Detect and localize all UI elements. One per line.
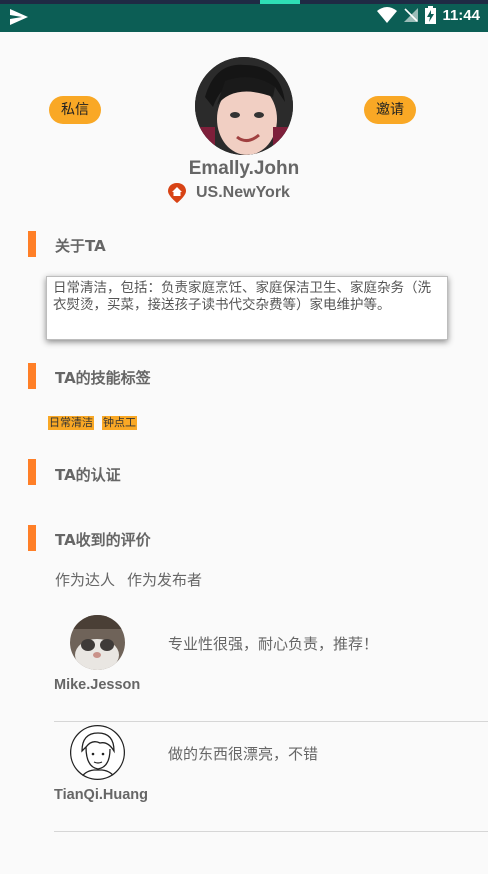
battery-charging-icon bbox=[425, 6, 437, 24]
skill-tag: 钟点工 bbox=[102, 416, 137, 430]
section-marker-skills bbox=[28, 363, 36, 389]
profile-avatar[interactable] bbox=[195, 57, 293, 155]
location-text: US.NewYork bbox=[196, 184, 290, 201]
status-bar-top-line bbox=[0, 0, 488, 4]
status-icons: 11:44 bbox=[377, 6, 480, 24]
review-text: 专业性很强，耐心负责，推荐！ bbox=[168, 635, 379, 653]
about-text: 日常清洁，包括：负责家庭烹饪、家庭保洁卫生、家庭杂务（洗衣熨烫，买菜，接送孩子读… bbox=[46, 276, 448, 340]
section-title-certification: TA的认证 bbox=[55, 466, 121, 484]
section-title-skills: TA的技能标签 bbox=[55, 369, 151, 387]
review-text: 做的东西很漂亮，不错 bbox=[168, 745, 319, 763]
wifi-icon bbox=[377, 7, 398, 23]
review-tabs: 作为达人 作为发布者 bbox=[55, 569, 202, 590]
status-time: 11:44 bbox=[442, 6, 480, 24]
no-signal-icon bbox=[404, 8, 419, 22]
profile-name: Emally.John bbox=[188, 158, 300, 179]
section-marker-about bbox=[28, 231, 36, 257]
reviewer-avatar[interactable] bbox=[70, 615, 125, 670]
location-icon bbox=[168, 183, 186, 203]
profile-avatar-image bbox=[195, 57, 293, 155]
section-title-about: 关于TA bbox=[55, 237, 106, 255]
reviewer-avatar-image bbox=[70, 725, 125, 780]
status-bar-accent bbox=[260, 0, 300, 4]
reviewer-avatar[interactable] bbox=[70, 725, 125, 780]
review-item: TianQi.Huang 做的东西很漂亮，不错 bbox=[54, 721, 488, 832]
reviewer-avatar-image bbox=[70, 615, 125, 670]
section-title-reviews: TA收到的评价 bbox=[55, 531, 151, 549]
skill-tag: 日常清洁 bbox=[48, 416, 94, 430]
send-icon bbox=[10, 9, 28, 25]
section-marker-reviews bbox=[28, 525, 36, 551]
reviewer-name: Mike.Jesson bbox=[54, 677, 141, 693]
profile-location: US.NewYork bbox=[168, 183, 290, 203]
skill-tags: 日常清洁 钟点工 bbox=[48, 416, 137, 430]
status-bar: 11:44 bbox=[0, 0, 488, 32]
reviewer-name: TianQi.Huang bbox=[54, 787, 148, 803]
section-marker-certification bbox=[28, 459, 36, 485]
invite-button[interactable]: 邀请 bbox=[364, 96, 416, 124]
review-item: Mike.Jesson 专业性很强，耐心负责，推荐！ bbox=[54, 611, 488, 722]
tab-as-publisher[interactable]: 作为发布者 bbox=[127, 569, 202, 590]
tab-as-expert[interactable]: 作为达人 bbox=[55, 569, 115, 590]
message-button[interactable]: 私信 bbox=[49, 96, 101, 124]
